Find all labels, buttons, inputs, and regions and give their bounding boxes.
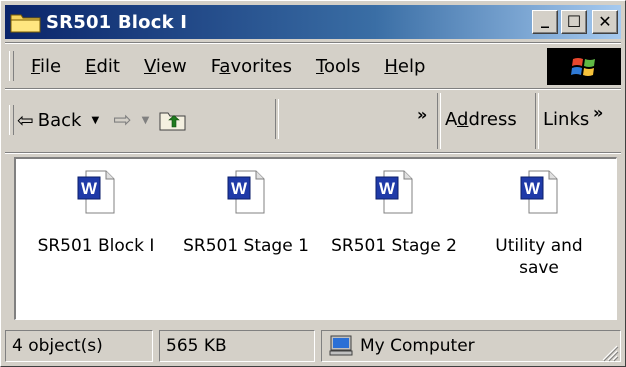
file-list-pane[interactable]: W SR501 Block I W SR501 Stage 1 W SR501 … bbox=[14, 157, 617, 320]
close-icon: ✕ bbox=[598, 12, 612, 31]
divider bbox=[5, 88, 621, 90]
toolbar-grip[interactable] bbox=[9, 105, 14, 135]
file-name: Utility and save bbox=[495, 236, 583, 278]
maximize-button[interactable]: ☐ bbox=[561, 10, 587, 34]
status-zone: My Computer bbox=[321, 330, 621, 362]
bar-separator bbox=[535, 93, 539, 149]
close-button[interactable]: ✕ bbox=[592, 10, 618, 34]
word-document-icon: W bbox=[519, 169, 559, 217]
title-bar[interactable]: SR501 Block I _ ☐ ✕ bbox=[5, 5, 621, 39]
back-dropdown-icon[interactable]: ▼ bbox=[91, 115, 99, 126]
links-overflow-chevron[interactable]: » bbox=[593, 103, 603, 122]
status-bar: 4 object(s) 565 KB My Computer bbox=[5, 326, 621, 364]
file-item[interactable]: W SR501 Stage 1 bbox=[171, 169, 321, 257]
svg-text:W: W bbox=[81, 179, 98, 198]
forward-dropdown-icon[interactable]: ▼ bbox=[142, 115, 150, 126]
links-bar-label[interactable]: Links bbox=[543, 109, 589, 130]
status-size: 565 KB bbox=[159, 330, 315, 362]
menu-edit[interactable]: Edit bbox=[73, 56, 132, 77]
back-arrow-icon: ⇦ bbox=[17, 108, 34, 132]
toolbar-separator bbox=[275, 99, 279, 139]
my-computer-icon bbox=[328, 335, 354, 357]
back-button[interactable]: ⇦ Back bbox=[17, 108, 81, 132]
minimize-button[interactable]: _ bbox=[532, 10, 558, 34]
word-document-icon: W bbox=[76, 169, 116, 217]
address-bar-label[interactable]: Address bbox=[445, 109, 517, 130]
divider bbox=[5, 42, 621, 44]
forward-arrow-icon[interactable]: ⇨ bbox=[113, 108, 131, 133]
svg-text:W: W bbox=[379, 179, 396, 198]
word-document-icon: W bbox=[226, 169, 266, 217]
menu-favorites[interactable]: Favorites bbox=[199, 56, 304, 77]
word-document-icon: W bbox=[374, 169, 414, 217]
maximize-icon: ☐ bbox=[566, 12, 582, 31]
back-label: Back bbox=[37, 109, 82, 131]
folder-icon bbox=[10, 10, 42, 34]
menu-tools[interactable]: Tools bbox=[304, 56, 372, 77]
menu-bar: File Edit View Favorites Tools Help bbox=[5, 45, 621, 87]
menu-grip[interactable] bbox=[9, 51, 14, 81]
file-item[interactable]: W SR501 Stage 2 bbox=[319, 169, 469, 257]
file-name: SR501 Stage 2 bbox=[331, 236, 457, 256]
file-item[interactable]: W Utility and save bbox=[464, 169, 614, 279]
window-title: SR501 Block I bbox=[46, 11, 188, 33]
bar-separator bbox=[437, 93, 441, 149]
divider bbox=[5, 152, 621, 154]
file-name: SR501 Block I bbox=[37, 236, 155, 256]
file-item[interactable]: W SR501 Block I bbox=[21, 169, 171, 257]
svg-text:W: W bbox=[524, 179, 541, 198]
file-name: SR501 Stage 1 bbox=[183, 236, 309, 256]
up-folder-icon[interactable] bbox=[159, 109, 187, 131]
windows-logo-icon bbox=[547, 48, 621, 85]
status-object-count: 4 object(s) bbox=[5, 330, 153, 362]
standard-toolbar: ⇦ Back ▼ ⇨ ▼ » Address Links » bbox=[5, 91, 621, 151]
menu-help[interactable]: Help bbox=[372, 56, 437, 77]
explorer-window: SR501 Block I _ ☐ ✕ File Edit View Favor… bbox=[0, 0, 626, 367]
menu-view[interactable]: View bbox=[132, 56, 199, 77]
minimize-icon: _ bbox=[541, 9, 549, 28]
resize-grip[interactable] bbox=[599, 342, 619, 362]
menu-file[interactable]: File bbox=[19, 56, 73, 77]
svg-text:W: W bbox=[231, 179, 248, 198]
toolbar-overflow-chevron[interactable]: » bbox=[417, 105, 427, 124]
